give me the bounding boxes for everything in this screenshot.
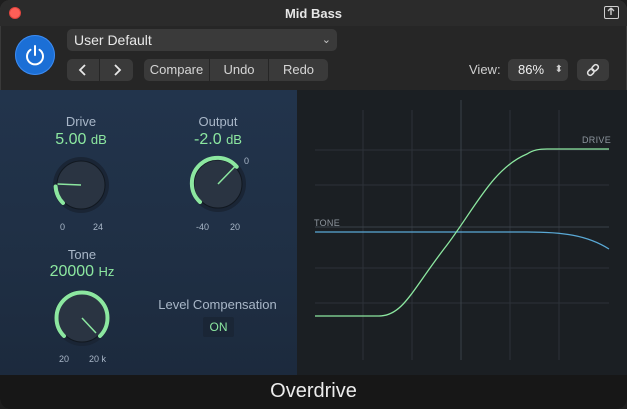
drive-min-label: 0 — [60, 222, 66, 232]
output-unit: dB — [226, 132, 242, 147]
drive-label: Drive — [65, 114, 97, 129]
level-compensation-label: Level Compensation — [158, 297, 277, 312]
output-zero-label: 0 — [244, 156, 250, 166]
parameter-panel: Drive 5.00 dB 0 24 Output -2.0 dB 0 -40 … — [0, 90, 297, 375]
compare-button[interactable]: Compare — [144, 59, 210, 81]
redo-button[interactable]: Redo — [269, 59, 328, 81]
plugin-window: Mid Bass User Default ⌄ Compare Undo Red… — [0, 0, 627, 409]
drive-value-display[interactable]: 5.00 dB — [40, 131, 122, 149]
title-bar: Mid Bass — [0, 0, 627, 26]
output-label: Output — [198, 114, 238, 129]
drive-value: 5.00 — [55, 131, 87, 148]
tone-curve — [315, 231, 610, 250]
window-title: Mid Bass — [284, 6, 343, 21]
previous-preset-button[interactable] — [67, 59, 100, 81]
preset-dropdown[interactable]: User Default ⌄ — [67, 29, 337, 51]
chevron-left-icon — [78, 64, 86, 76]
plugin-footer: Overdrive — [0, 375, 627, 409]
tone-min-label: 20 — [59, 354, 70, 364]
tone-value-display[interactable]: 20000 Hz — [30, 263, 134, 281]
preset-name: User Default — [74, 32, 152, 48]
tone-label: Tone — [67, 247, 97, 262]
drive-knob[interactable] — [49, 153, 113, 217]
power-icon — [26, 45, 44, 66]
drive-unit: dB — [90, 132, 107, 147]
chevron-down-icon: ⌄ — [321, 34, 331, 46]
power-button[interactable] — [15, 35, 55, 75]
tone-value: 20000 — [49, 263, 95, 280]
plugin-name: Overdrive — [270, 380, 357, 402]
output-value: -2.0 — [194, 131, 222, 148]
output-knob[interactable] — [186, 152, 250, 216]
link-icon — [586, 63, 600, 77]
undo-button[interactable]: Undo — [210, 59, 269, 81]
output-value-display[interactable]: -2.0 dB — [176, 131, 260, 149]
window-expand-icon[interactable] — [604, 6, 619, 19]
drive-curve-label: DRIVE — [582, 135, 612, 145]
view-label: View: — [469, 62, 501, 77]
tone-curve-label: TONE — [314, 218, 341, 228]
view-zoom-select[interactable]: 86% ⬍ — [508, 59, 568, 81]
level-compensation-toggle[interactable]: ON — [203, 317, 234, 337]
link-button[interactable] — [577, 59, 609, 81]
output-max-label: 20 — [230, 222, 241, 232]
stepper-arrows-icon: ⬍ — [554, 64, 563, 75]
view-zoom-value: 86% — [518, 62, 545, 77]
chevron-right-icon — [113, 64, 121, 76]
next-preset-button[interactable] — [100, 59, 133, 81]
transfer-curve-graph: TONE DRIVE — [297, 90, 627, 375]
tone-knob[interactable] — [50, 286, 114, 350]
output-min-label: -40 — [196, 222, 210, 232]
drive-max-label: 24 — [93, 222, 104, 232]
tone-max-label: 20 k — [89, 354, 107, 364]
graph-canvas — [315, 100, 610, 360]
tone-unit: Hz — [98, 264, 115, 279]
